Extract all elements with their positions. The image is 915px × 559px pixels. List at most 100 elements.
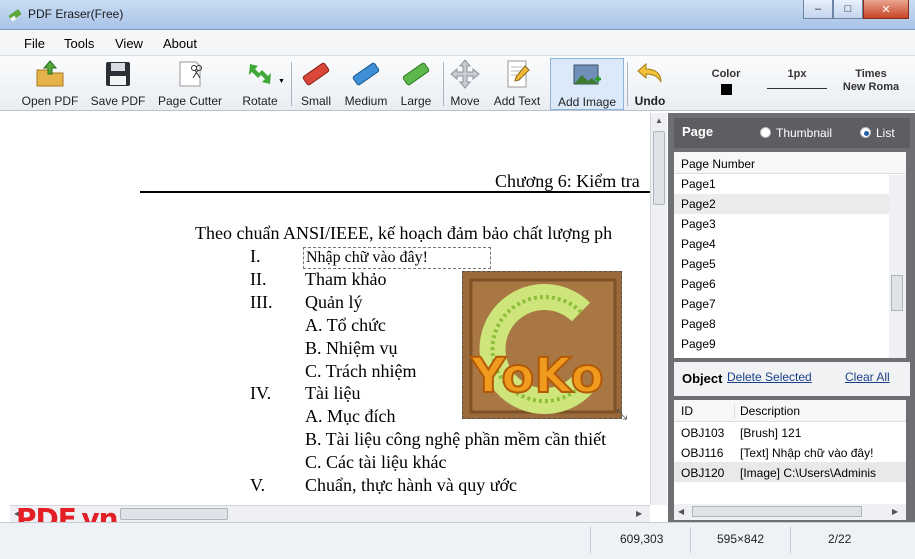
save-pdf-button[interactable]: Save PDF bbox=[88, 58, 148, 110]
delete-selected-link[interactable]: Delete Selected bbox=[727, 370, 812, 384]
menu-bar: File Tools View About bbox=[0, 30, 915, 56]
radio-selected-icon bbox=[860, 127, 871, 138]
page-list-item[interactable]: Page1 bbox=[674, 174, 906, 194]
floppy-disk-icon bbox=[106, 62, 130, 86]
maximize-button[interactable]: □ bbox=[833, 0, 863, 19]
intro-paragraph: Theo chuẩn ANSI/IEEE, kế hoạch đảm bảo c… bbox=[195, 223, 613, 243]
object-row[interactable]: OBJ116 [Text] Nhập chữ vào đây! bbox=[674, 442, 906, 462]
scroll-thumb[interactable] bbox=[692, 506, 862, 517]
object-table-scrollbar[interactable]: ◀ ▶ bbox=[674, 504, 906, 520]
outline-num: III. bbox=[250, 292, 273, 312]
scroll-right-icon[interactable]: ▶ bbox=[636, 509, 642, 518]
outline-item: Quản lý bbox=[305, 292, 363, 312]
toolbar: Open PDF Save PDF Page Cutter Rotate ▼ S… bbox=[0, 56, 915, 111]
scroll-right-icon[interactable]: ▶ bbox=[892, 507, 898, 516]
red-eraser-icon bbox=[302, 62, 330, 86]
blue-eraser-icon bbox=[352, 62, 380, 86]
menu-file[interactable]: File bbox=[24, 30, 45, 51]
scissors-page-icon bbox=[179, 61, 202, 87]
close-button[interactable]: ✕ bbox=[863, 0, 909, 19]
menu-view[interactable]: View bbox=[115, 30, 143, 51]
page-header-text: Chương 6: Kiểm tra bbox=[495, 171, 640, 191]
app-eraser-icon bbox=[8, 9, 22, 22]
object-table: ID Description OBJ103 [Brush] 121 OBJ116… bbox=[674, 400, 906, 506]
toolbar-separator bbox=[291, 62, 292, 106]
rotate-dropdown-icon[interactable]: ▼ bbox=[278, 78, 285, 85]
move-button[interactable]: Move bbox=[446, 58, 484, 110]
page-list: Page Number Page1 Page2 Page3 Page4 Page… bbox=[674, 152, 906, 358]
green-eraser-icon bbox=[402, 62, 430, 86]
object-panel-title: Object bbox=[682, 371, 723, 386]
scroll-left-icon[interactable]: ◀ bbox=[678, 507, 684, 516]
outline-num: II. bbox=[250, 269, 267, 289]
toolbar-separator bbox=[443, 62, 444, 106]
outline-item: Chuẩn, thực hành và quy ước bbox=[305, 475, 517, 495]
scroll-thumb[interactable] bbox=[120, 508, 228, 520]
page-list-item[interactable]: Page5 bbox=[674, 254, 906, 274]
document-vertical-scrollbar[interactable]: ▲ bbox=[650, 113, 667, 505]
toolbar-separator bbox=[627, 62, 628, 106]
color-swatch bbox=[720, 84, 732, 95]
pdf-page-view[interactable]: Chương 6: Kiểm tra Theo chuẩn ANSI/IEEE,… bbox=[10, 113, 650, 505]
outline-item: B. Tài liệu công nghệ phần mềm cần thiết bbox=[305, 429, 607, 449]
thumbnail-radio[interactable]: Thumbnail bbox=[760, 126, 832, 140]
page-number-column-header[interactable]: Page Number bbox=[674, 152, 906, 174]
scroll-thumb[interactable] bbox=[653, 131, 665, 205]
eraser-small-button[interactable]: Small bbox=[296, 58, 336, 110]
status-bar: 609,303 595×842 2/22 bbox=[0, 522, 915, 559]
added-image-object[interactable]: YoKo bbox=[462, 271, 622, 419]
page-list-item[interactable]: Page4 bbox=[674, 234, 906, 254]
scroll-up-icon[interactable]: ▲ bbox=[655, 116, 663, 125]
undo-button[interactable]: Undo bbox=[630, 58, 670, 110]
page-list-item[interactable]: Page8 bbox=[674, 314, 906, 334]
object-row-selected[interactable]: OBJ120 [Image] C:\Users\Adminis bbox=[674, 462, 906, 482]
page-list-item[interactable]: Page6 bbox=[674, 274, 906, 294]
rotate-arrows-icon bbox=[249, 64, 271, 84]
eraser-large-button[interactable]: Large bbox=[396, 58, 436, 110]
page-panel-header: Page Thumbnail List bbox=[674, 118, 910, 148]
outline-num: IV. bbox=[250, 383, 272, 403]
minimize-button[interactable]: ‒ bbox=[803, 0, 833, 19]
move-arrows-icon bbox=[450, 59, 480, 89]
cursor-coordinates: 609,303 bbox=[620, 532, 664, 546]
clear-all-link[interactable]: Clear All bbox=[845, 370, 890, 384]
add-text-button[interactable]: Add Text bbox=[488, 58, 546, 110]
picture-add-icon bbox=[573, 64, 601, 85]
menu-about[interactable]: About bbox=[163, 30, 197, 51]
yoko-text: YoKo bbox=[470, 348, 604, 404]
open-pdf-button[interactable]: Open PDF bbox=[18, 58, 82, 110]
document-pencil-icon bbox=[507, 60, 530, 88]
outline-item: A. Tổ chức bbox=[305, 315, 386, 335]
open-folder-icon bbox=[36, 60, 64, 87]
line-width-selector[interactable]: 1px bbox=[766, 68, 828, 89]
add-image-button[interactable]: Add Image bbox=[550, 58, 624, 110]
eraser-medium-button[interactable]: Medium bbox=[340, 58, 392, 110]
list-radio[interactable]: List bbox=[860, 126, 895, 140]
page-list-item[interactable]: Page9 bbox=[674, 334, 906, 354]
font-selector[interactable]: Times New Roma bbox=[836, 68, 906, 94]
id-column-header[interactable]: ID bbox=[681, 404, 693, 418]
menu-tools[interactable]: Tools bbox=[64, 30, 94, 51]
resize-handle-icon[interactable]: ⤡ bbox=[616, 405, 634, 423]
page-list-scrollbar[interactable] bbox=[889, 175, 906, 358]
added-text-object[interactable]: Nhập chữ vào đây! bbox=[303, 247, 491, 269]
undo-arrow-icon bbox=[637, 62, 662, 83]
outline-num: V. bbox=[250, 475, 266, 495]
outline-item: C. Trách nhiệm bbox=[305, 361, 417, 381]
page-cutter-button[interactable]: Page Cutter bbox=[154, 58, 226, 110]
radio-icon bbox=[760, 127, 771, 138]
object-row[interactable]: OBJ103 [Brush] 121 bbox=[674, 422, 906, 442]
description-column-header[interactable]: Description bbox=[740, 404, 800, 418]
object-table-header: ID Description bbox=[674, 400, 906, 422]
scroll-thumb[interactable] bbox=[891, 275, 903, 311]
color-picker[interactable]: Color bbox=[704, 68, 748, 95]
page-list-item[interactable]: Page3 bbox=[674, 214, 906, 234]
yoko-image: YoKo bbox=[463, 272, 621, 418]
outline-item: C. Các tài liệu khác bbox=[305, 452, 447, 472]
page-list-item-selected[interactable]: Page2 bbox=[674, 194, 906, 214]
window-title: PDF Eraser(Free) bbox=[28, 7, 124, 21]
page-size: 595×842 bbox=[717, 532, 765, 546]
outline-item: A. Mục đích bbox=[305, 406, 396, 426]
page-list-item[interactable]: Page7 bbox=[674, 294, 906, 314]
page-panel-title: Page bbox=[682, 124, 714, 139]
